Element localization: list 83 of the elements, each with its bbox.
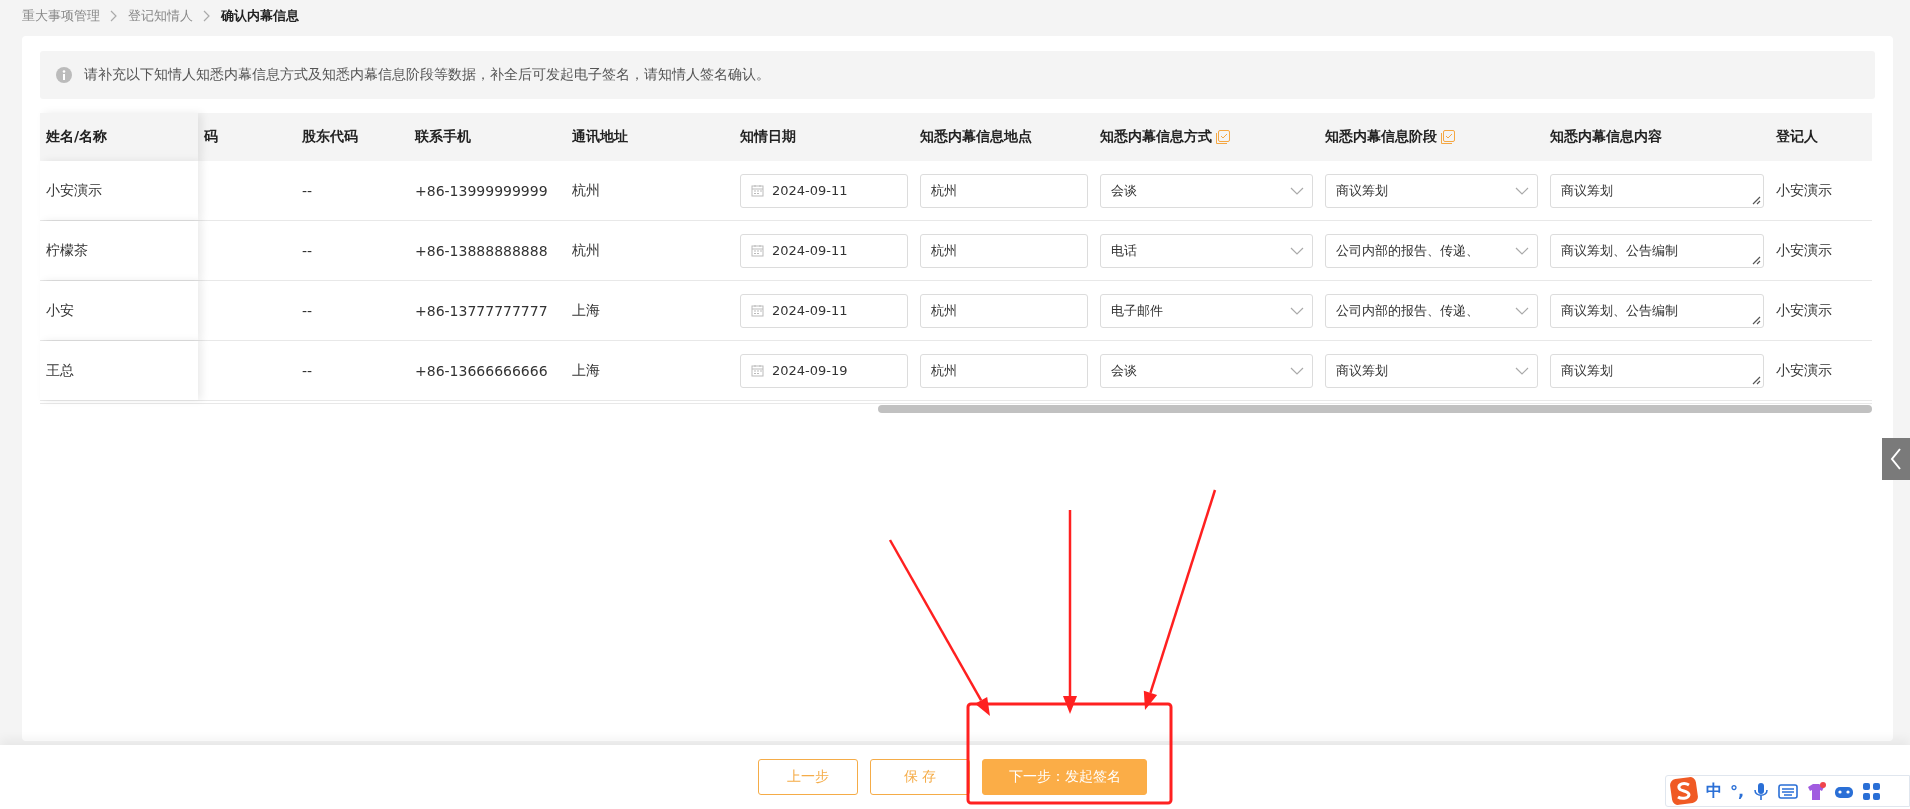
caret-icon: [1290, 366, 1304, 375]
column-header: 知悉内幕信息阶段: [1325, 128, 1437, 146]
table-cell: 王总: [46, 361, 74, 380]
input-field[interactable]: 杭州: [920, 233, 1088, 268]
calendar-icon: [751, 184, 764, 197]
resize-grip-icon: [1752, 195, 1761, 205]
select-field[interactable]: 会谈: [1100, 353, 1313, 388]
select-field[interactable]: 会谈: [1100, 173, 1313, 208]
caret-icon: [1515, 186, 1529, 195]
table-cell: 小安演示: [1776, 361, 1832, 380]
select-field[interactable]: 公司内部的报告、传递、: [1325, 293, 1538, 328]
select-field[interactable]: 公司内部的报告、传递、: [1325, 233, 1538, 268]
text-area[interactable]: 商议筹划、公告编制: [1550, 293, 1764, 328]
select-field[interactable]: 商议筹划: [1325, 173, 1538, 208]
resize-grip-icon: [1752, 375, 1761, 385]
column-header: 知悉内幕信息方式: [1100, 128, 1212, 146]
table-cell: +86-13777777777: [415, 302, 548, 319]
date-field[interactable]: 2024-09-11: [740, 233, 908, 268]
date-field[interactable]: 2024-09-19: [740, 353, 908, 388]
keyboard-icon: [1778, 781, 1799, 801]
input-field[interactable]: 杭州: [920, 353, 1088, 388]
edit-icon: [1440, 129, 1456, 145]
column-header: 通讯地址: [572, 128, 628, 146]
caret-icon: [1515, 306, 1529, 315]
caret-icon: [1515, 246, 1529, 255]
text-area[interactable]: 商议筹划: [1550, 173, 1764, 208]
text-area[interactable]: 商议筹划、公告编制: [1550, 233, 1764, 268]
breadcrumb-item: 确认内幕信息: [221, 7, 299, 25]
chevron-right-icon: [110, 10, 118, 22]
table-cell: +86-13999999999: [415, 182, 548, 199]
resize-grip-icon: [1752, 315, 1761, 325]
date-field[interactable]: 2024-09-11: [740, 293, 908, 328]
text-area[interactable]: 商议筹划: [1550, 353, 1764, 388]
scrollbar-thumb[interactable]: [878, 405, 1872, 413]
caret-icon: [1290, 186, 1304, 195]
calendar-icon: [751, 364, 764, 377]
calendar-icon: [751, 304, 764, 317]
grid-icon: [1862, 781, 1882, 801]
ime-item[interactable]: 中: [1706, 780, 1722, 802]
table-cell: 小安演示: [1776, 181, 1832, 200]
resize-grip-icon: [1752, 255, 1761, 265]
table-cell: --: [302, 242, 313, 259]
date-field[interactable]: 2024-09-11: [740, 173, 908, 208]
table-cell: 小安演示: [1776, 301, 1832, 320]
microphone-icon: [1752, 781, 1771, 801]
calendar-icon: [751, 244, 764, 257]
table-cell: +86-13888888888: [415, 242, 548, 259]
select-field[interactable]: 商议筹划: [1325, 353, 1538, 388]
column-header: 股东代码: [302, 128, 358, 146]
chevron-right-icon: [203, 10, 211, 22]
select-field[interactable]: 电子邮件: [1100, 293, 1313, 328]
chevron-left-icon: [1890, 448, 1902, 470]
table-cell: 小安: [46, 301, 74, 320]
table-cell: 柠檬茶: [46, 241, 88, 260]
column-header: 知悉内幕信息内容: [1550, 128, 1662, 146]
column-header: 姓名/名称: [46, 128, 108, 146]
column-header: 知情日期: [740, 128, 796, 146]
table-cell: 小安演示: [1776, 241, 1832, 260]
side-panel-toggle[interactable]: [1882, 438, 1910, 480]
shirt-icon: [1806, 781, 1827, 801]
table-cell: +86-13666666666: [415, 362, 548, 379]
column-header: 知悉内幕信息地点: [920, 128, 1032, 146]
column-header: 码: [204, 128, 218, 146]
table-cell: 上海: [572, 361, 600, 380]
input-field[interactable]: 杭州: [920, 293, 1088, 328]
caret-icon: [1290, 306, 1304, 315]
table-cell: 上海: [572, 301, 600, 320]
caret-icon: [1290, 246, 1304, 255]
table-cell: 杭州: [572, 241, 600, 260]
table-cell: --: [302, 302, 313, 319]
input-field[interactable]: 杭州: [920, 173, 1088, 208]
edit-icon: [1215, 129, 1231, 145]
ime-item[interactable]: °,: [1730, 781, 1745, 801]
caret-icon: [1515, 366, 1529, 375]
column-header: 联系手机: [415, 128, 471, 146]
notice-text: 请补充以下知情人知悉内幕信息方式及知悉内幕信息阶段等数据，补全后可发起电子签名，请知情人签名确认。: [84, 66, 770, 84]
table-cell: --: [302, 182, 313, 199]
info-icon: [56, 67, 72, 83]
table-cell: --: [302, 362, 313, 379]
column-header: 登记人: [1776, 128, 1818, 146]
table-cell: 杭州: [572, 181, 600, 200]
select-field[interactable]: 电话: [1100, 233, 1313, 268]
table-cell: 小安演示: [46, 181, 102, 200]
